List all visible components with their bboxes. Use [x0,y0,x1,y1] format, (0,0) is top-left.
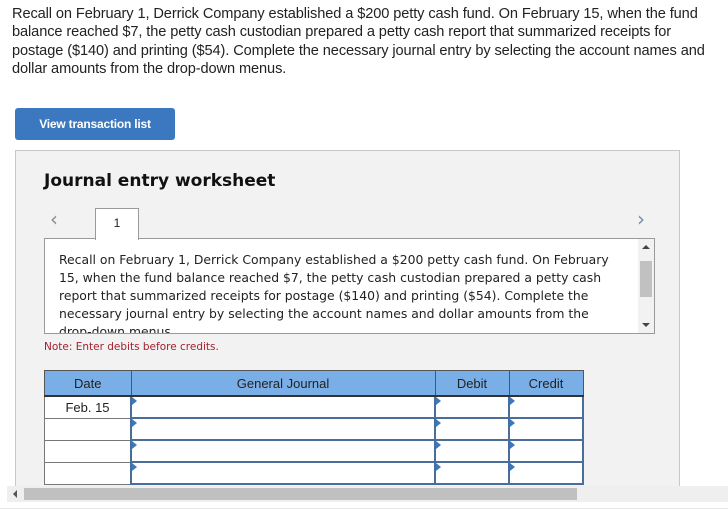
credit-dropdown[interactable] [508,395,584,419]
credit-dropdown[interactable] [508,439,584,463]
header-debit: Debit [434,370,510,397]
date-cell [44,461,132,485]
worksheet-title: Journal entry worksheet [44,171,276,191]
debit-dropdown[interactable] [434,461,510,485]
table-row: Feb. 15 [44,395,584,419]
scroll-down-arrow-icon[interactable] [642,323,650,327]
divider [0,508,728,509]
date-cell: Feb. 15 [44,395,132,419]
debit-dropdown[interactable] [434,417,510,441]
description-box: Recall on February 1, Derrick Company es… [44,238,655,334]
view-transaction-list-button[interactable]: View transaction list [15,108,175,140]
description-text: Recall on February 1, Derrick Company es… [59,252,609,334]
tab-entry-1[interactable]: 1 [95,208,139,240]
debit-dropdown[interactable] [434,439,510,463]
question-text: Recall on February 1, Derrick Company es… [12,6,705,78]
chevron-right-icon[interactable]: › [637,209,645,229]
debit-dropdown[interactable] [434,395,510,419]
account-dropdown[interactable] [130,439,436,463]
table-row [44,461,584,485]
table-row [44,417,584,441]
chevron-left-icon[interactable]: ‹ [50,209,58,229]
vertical-scrollbar[interactable] [638,239,654,333]
header-general-journal: General Journal [130,370,436,397]
horizontal-scroll-thumb[interactable] [24,488,577,500]
header-credit: Credit [508,370,584,397]
scroll-up-arrow-icon[interactable] [642,245,650,249]
credit-dropdown[interactable] [508,461,584,485]
horizontal-scrollbar[interactable] [7,486,728,502]
journal-table: Date General Journal Debit Credit Feb. 1… [44,370,584,485]
table-row [44,439,584,463]
journal-entry-worksheet: Journal entry worksheet ‹ 1 › Recall on … [15,150,680,491]
account-dropdown[interactable] [130,417,436,441]
header-date: Date [44,370,132,397]
note-text: Note: Enter debits before credits. [44,341,219,353]
scroll-thumb[interactable] [640,261,652,297]
table-header-row: Date General Journal Debit Credit [44,370,584,397]
date-cell [44,439,132,463]
credit-dropdown[interactable] [508,417,584,441]
account-dropdown[interactable] [130,395,436,419]
scroll-left-arrow-icon[interactable] [13,490,17,498]
date-cell [44,417,132,441]
account-dropdown[interactable] [130,461,436,485]
